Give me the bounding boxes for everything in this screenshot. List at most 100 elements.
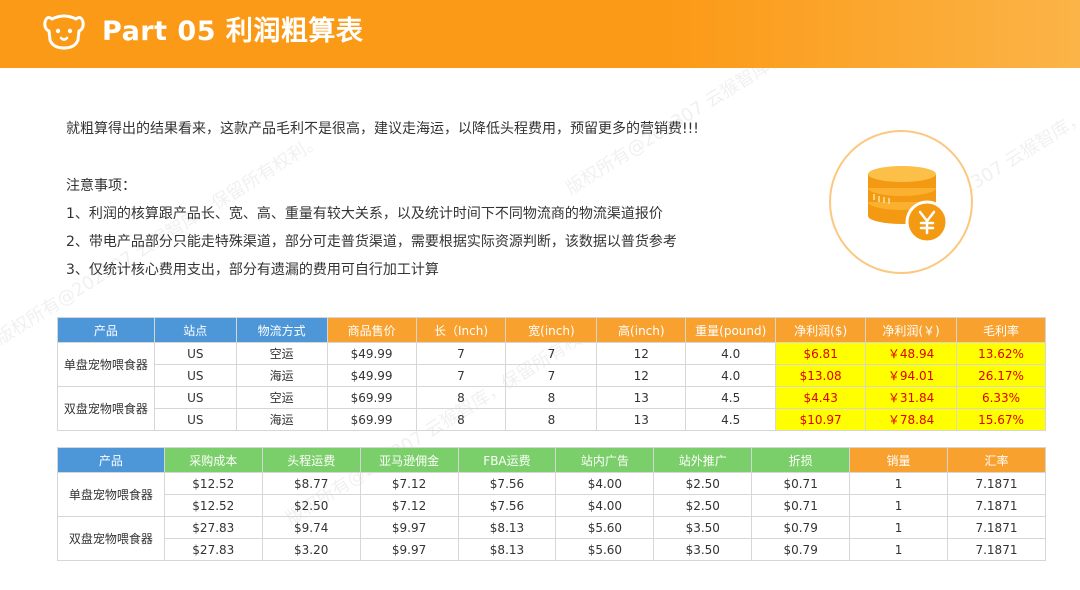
dog-face-icon [43, 14, 85, 50]
table-cell: US [153, 364, 237, 387]
table-cell: 12 [596, 342, 687, 365]
col-header-price: 商品售价 [326, 317, 417, 343]
page-title: Part 05 利润粗算表 [102, 16, 364, 47]
table-cell: 7 [505, 342, 598, 365]
table-cell: $2.50 [653, 494, 753, 517]
note-item: 1、利润的核算跟产品长、宽、高、重量有较大关系，以及统计时间下不同物流商的物流渠… [66, 206, 663, 222]
table-cell: 7.1871 [946, 538, 1047, 561]
table-cell: $4.00 [555, 472, 655, 495]
table-cell: $5.60 [555, 516, 655, 539]
coin-stack-yuan-icon [868, 166, 949, 244]
table-row: $12.52 $2.50 $7.12 $7.56 $4.00 $2.50 $0.… [58, 494, 1047, 517]
table-cell: $49.99 [326, 342, 417, 365]
table-row: US 海运 $49.99 7 7 12 4.0 $13.08 ￥94.01 26… [58, 364, 1046, 387]
table-cell: $27.83 [163, 516, 263, 539]
col-header-product: 产品 [57, 317, 155, 343]
col-header-onsite-ads: 站内广告 [555, 447, 655, 473]
table-cell: $0.79 [751, 516, 851, 539]
table-cell: $3.50 [653, 516, 753, 539]
table-cell: $9.97 [359, 516, 459, 539]
table-cell: $69.99 [326, 408, 417, 431]
table-row: 单盘宠物喂食器 US 空运 $49.99 7 7 12 4.0 $6.81 ￥4… [57, 342, 1046, 387]
col-header-net-profit-usd: 净利润($) [775, 317, 867, 343]
table-cell: 1 [849, 472, 948, 495]
col-header-purchase-cost: 采购成本 [163, 447, 263, 473]
table-cell: 8 [415, 386, 507, 409]
cost-table: 产品 采购成本 头程运费 亚马逊佣金 FBA运费 站内广告 站外推广 折损 销量… [57, 447, 1047, 561]
table-cell: $7.56 [457, 472, 557, 495]
profit-cell: 13.62% [956, 342, 1046, 365]
profit-cell: ￥48.94 [865, 342, 958, 365]
col-header-margin: 毛利率 [956, 317, 1046, 343]
product-name: 双盘宠物喂食器 [57, 516, 165, 561]
table-cell: $7.56 [457, 494, 557, 517]
table-cell: $49.99 [326, 364, 417, 387]
table-cell: US [153, 386, 237, 409]
col-header-amazon-commission: 亚马逊佣金 [359, 447, 459, 473]
table-cell: 4.5 [685, 386, 777, 409]
profit-cell: 6.33% [956, 386, 1046, 409]
profit-cell: ￥94.01 [865, 364, 958, 387]
profit-cell: $10.97 [775, 408, 867, 431]
note-item: 2、带电产品部分只能走特殊渠道，部分可走普货渠道，需要根据实际资源判断，该数据以… [66, 234, 677, 250]
table-cell: 13 [596, 386, 687, 409]
col-header-loss: 折损 [751, 447, 851, 473]
table-cell: US [153, 342, 237, 365]
col-header-product: 产品 [57, 447, 165, 473]
table-cell: 7 [415, 364, 507, 387]
table-cell: $4.00 [555, 494, 655, 517]
table-cell: $8.13 [457, 516, 557, 539]
col-header-site: 站点 [153, 317, 237, 343]
table-cell: $7.12 [359, 472, 459, 495]
table-row: US 海运 $69.99 8 8 13 4.5 $10.97 ￥78.84 15… [58, 408, 1046, 431]
col-header-first-leg-freight: 头程运费 [261, 447, 361, 473]
profit-cell: $6.81 [775, 342, 867, 365]
table-cell: 海运 [235, 364, 328, 387]
table-cell: 13 [596, 408, 687, 431]
profit-cell: ￥78.84 [865, 408, 958, 431]
table-row: 双盘宠物喂食器 $27.83 $9.74 $9.97 $8.13 $5.60 $… [57, 516, 1047, 561]
profit-table: 产品 站点 物流方式 商品售价 长（Inch) 宽(inch) 高(inch) … [57, 317, 1046, 431]
profit-cell: $4.43 [775, 386, 867, 409]
table-cell: 4.0 [685, 364, 777, 387]
profit-cell: $13.08 [775, 364, 867, 387]
table-cell: 1 [849, 516, 948, 539]
table-cell: 7 [505, 364, 598, 387]
table-cell: $0.71 [751, 494, 851, 517]
note-item: 3、仅统计核心费用支出，部分有遗漏的费用可自行加工计算 [66, 262, 439, 278]
table-cell: $8.77 [261, 472, 361, 495]
table-header-row: 产品 采购成本 头程运费 亚马逊佣金 FBA运费 站内广告 站外推广 折损 销量… [57, 447, 1047, 473]
notes-title: 注意事项： [66, 178, 136, 194]
col-header-height: 高(inch) [596, 317, 687, 343]
table-cell: 8 [505, 386, 598, 409]
table-cell: US [153, 408, 237, 431]
col-header-shipping: 物流方式 [235, 317, 328, 343]
table-row: 双盘宠物喂食器 US 空运 $69.99 8 8 13 4.5 $4.43 ￥3… [57, 386, 1046, 431]
table-cell: 7.1871 [946, 472, 1047, 495]
table-cell: $3.50 [653, 538, 753, 561]
col-header-sales: 销量 [849, 447, 948, 473]
table-cell: $3.20 [261, 538, 361, 561]
table-cell: 空运 [235, 342, 328, 365]
table-row: $27.83 $3.20 $9.97 $8.13 $5.60 $3.50 $0.… [58, 538, 1047, 561]
col-header-exchange-rate: 汇率 [946, 447, 1047, 473]
table-cell: $9.97 [359, 538, 459, 561]
col-header-fba-fee: FBA运费 [457, 447, 557, 473]
product-name: 双盘宠物喂食器 [57, 386, 155, 431]
table-header-row: 产品 站点 物流方式 商品售价 长（Inch) 宽(inch) 高(inch) … [57, 317, 1046, 343]
table-cell: 4.0 [685, 342, 777, 365]
product-name: 单盘宠物喂食器 [57, 472, 165, 517]
col-header-length: 长（Inch) [415, 317, 507, 343]
table-cell: $9.74 [261, 516, 361, 539]
table-cell: 7.1871 [946, 516, 1047, 539]
table-cell: 7 [415, 342, 507, 365]
col-header-net-profit-cny: 净利润(￥) [865, 317, 958, 343]
table-cell: $7.12 [359, 494, 459, 517]
col-header-offsite-promo: 站外推广 [653, 447, 753, 473]
table-cell: 8 [505, 408, 598, 431]
table-cell: $69.99 [326, 386, 417, 409]
table-cell: 4.5 [685, 408, 777, 431]
table-cell: $5.60 [555, 538, 655, 561]
table-cell: $8.13 [457, 538, 557, 561]
table-cell: 7.1871 [946, 494, 1047, 517]
